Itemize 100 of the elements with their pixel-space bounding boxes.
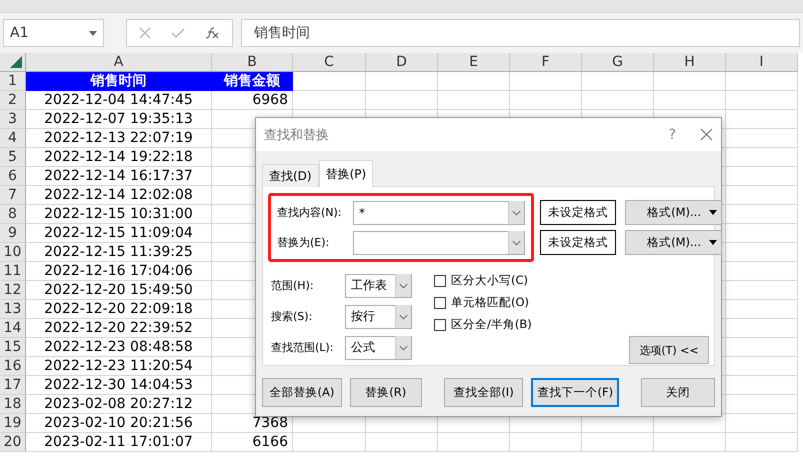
column-header[interactable]: D	[366, 53, 438, 72]
table-cell: 2022-12-13 22:07:19	[26, 129, 212, 148]
empty-cell	[510, 433, 582, 452]
empty-cell	[726, 433, 798, 452]
dialog-button[interactable]: 全部替换(A)	[262, 378, 342, 407]
options-button[interactable]: 选项(T) <<	[629, 336, 709, 364]
row-header[interactable]: 2	[0, 91, 26, 110]
table-cell: 6968	[212, 91, 293, 110]
format-button[interactable]: 格式(M)...	[625, 230, 722, 255]
checkbox-label: 单元格匹配(O)	[451, 295, 530, 310]
table-cell: 2022-12-14 19:22:18	[26, 148, 212, 167]
row-header[interactable]: 13	[0, 300, 26, 319]
checkbox[interactable]	[434, 296, 446, 308]
column-header[interactable]: G	[582, 53, 654, 72]
row-header[interactable]: 11	[0, 262, 26, 281]
table-cell: 2023-02-10 20:21:56	[26, 414, 212, 433]
empty-cell	[726, 262, 798, 281]
chevron-down-icon	[508, 201, 524, 224]
column-header[interactable]: F	[510, 53, 582, 72]
select-all-corner[interactable]	[0, 53, 26, 72]
combo-field[interactable]: *	[353, 200, 525, 224]
empty-cell	[726, 395, 798, 414]
row-header[interactable]: 16	[0, 357, 26, 376]
row-header[interactable]: 6	[0, 167, 26, 186]
dialog-button[interactable]: 查找全部(I)	[444, 378, 524, 407]
empty-cell	[726, 186, 798, 205]
row-header[interactable]: 19	[0, 414, 26, 433]
check-icon[interactable]	[171, 27, 185, 39]
column-header[interactable]: B	[212, 53, 293, 72]
row-header[interactable]: 12	[0, 281, 26, 300]
column-header[interactable]: C	[293, 53, 366, 72]
chevron-down-icon	[395, 274, 411, 297]
header-cell: 销售时间	[26, 72, 212, 91]
dropdown[interactable]: 公式	[345, 336, 412, 360]
dialog-button[interactable]: 查找下一个(F)	[531, 378, 620, 407]
empty-cell	[510, 72, 582, 91]
table-cell: 2022-12-16 17:04:06	[26, 262, 212, 281]
table-cell: 2022-12-04 14:47:45	[26, 91, 212, 110]
chevron-down-icon	[395, 336, 411, 359]
row-header[interactable]: 5	[0, 148, 26, 167]
dialog-title: 查找和替换	[264, 126, 330, 144]
empty-cell	[438, 72, 510, 91]
row-header[interactable]: 9	[0, 224, 26, 243]
table-cell: 2022-12-15 11:39:25	[26, 243, 212, 262]
column-header[interactable]: A	[26, 53, 212, 72]
format-button[interactable]: 格式(M)...	[625, 200, 722, 225]
row-header[interactable]: 7	[0, 186, 26, 205]
table-cell: 2022-12-15 11:09:04	[26, 224, 212, 243]
name-box[interactable]: A1	[3, 19, 104, 47]
table-cell: 6166	[212, 433, 293, 452]
empty-cell	[726, 376, 798, 395]
caret-icon	[89, 30, 97, 36]
dialog-button[interactable]: 替换(R)	[350, 378, 422, 407]
table-cell: 2023-02-11 17:01:07	[26, 433, 212, 452]
tab[interactable]: 替换(P)	[318, 160, 374, 187]
checkbox-label: 区分大小写(C)	[451, 273, 528, 288]
table-cell: 2022-12-20 15:49:50	[26, 281, 212, 300]
row-header[interactable]: 4	[0, 129, 26, 148]
field-label: 查找内容(N):	[277, 205, 343, 220]
empty-cell	[726, 148, 798, 167]
format-preview: 未设定格式	[540, 230, 616, 255]
combo-field[interactable]	[353, 230, 525, 254]
row-header[interactable]: 20	[0, 433, 26, 452]
row-header[interactable]: 14	[0, 319, 26, 338]
close-icon[interactable]	[700, 128, 713, 141]
tab[interactable]: 查找(D)	[262, 164, 319, 187]
field-label: 范围(H):	[271, 278, 315, 293]
header-cell: 销售金额	[212, 72, 293, 91]
row-header[interactable]: 10	[0, 243, 26, 262]
empty-cell	[582, 433, 654, 452]
row-header[interactable]: 8	[0, 205, 26, 224]
row-header[interactable]: 3	[0, 110, 26, 129]
column-header[interactable]: E	[438, 53, 510, 72]
empty-cell	[726, 300, 798, 319]
empty-cell	[654, 433, 726, 452]
empty-cell	[726, 319, 798, 338]
table-cell: 2023-02-08 20:27:12	[26, 395, 212, 414]
row-header[interactable]: 18	[0, 395, 26, 414]
help-button[interactable]: ?	[668, 126, 676, 142]
empty-cell	[726, 243, 798, 262]
table-cell: 2022-12-07 19:35:13	[26, 110, 212, 129]
row-header[interactable]: 1	[0, 72, 26, 91]
row-header[interactable]: 15	[0, 338, 26, 357]
table-cell: 2022-12-15 10:31:00	[26, 205, 212, 224]
checkbox[interactable]	[434, 274, 446, 286]
column-header[interactable]: H	[654, 53, 726, 72]
empty-cell	[366, 72, 438, 91]
column-header[interactable]: I	[726, 53, 798, 72]
empty-cell	[366, 433, 438, 452]
function-icon[interactable]	[205, 27, 219, 39]
checkbox[interactable]	[434, 318, 446, 330]
formula-field[interactable]: 销售时间	[241, 19, 800, 47]
dialog-button[interactable]: 关闭	[641, 378, 715, 407]
table-cell: 2022-12-23 11:20:54	[26, 357, 212, 376]
table-cell: 2022-12-14 12:02:08	[26, 186, 212, 205]
dropdown[interactable]: 按行	[345, 304, 412, 328]
table-cell: 2022-12-14 16:17:37	[26, 167, 212, 186]
dropdown[interactable]: 工作表	[345, 274, 412, 298]
field-label: 查找范围(L):	[271, 340, 334, 355]
row-header[interactable]: 17	[0, 376, 26, 395]
